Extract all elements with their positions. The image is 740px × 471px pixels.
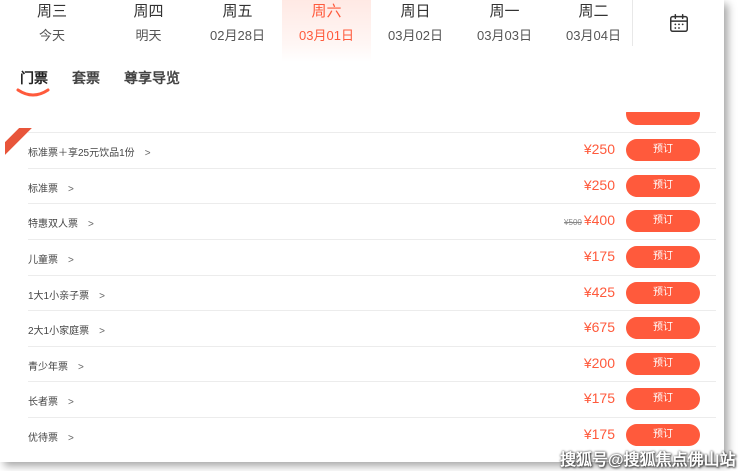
ticket-name: 标准票 (28, 184, 58, 195)
ticket-name-link[interactable]: 2大1小家庭票 > (28, 322, 105, 337)
ticket-name-link[interactable]: 标准票 > (28, 180, 74, 195)
date-sat-selected[interactable]: 周六 03月01日 (282, 0, 371, 62)
current-price: ¥675 (583, 319, 615, 335)
date-thu[interactable]: 周四 明天 (104, 0, 193, 62)
day-date: 03月02日 (388, 28, 443, 43)
ticket-price: ¥250 (582, 177, 615, 193)
book-button[interactable]: 预订 (626, 424, 700, 446)
ticket-row: 儿童票 > ¥175 预订 (28, 239, 716, 274)
promo-corner-ribbon (5, 128, 39, 162)
ticket-row: 长者票 > ¥175 预订 (28, 381, 716, 416)
date-wed[interactable]: 周三 今天 (0, 0, 104, 62)
date-sun[interactable]: 周日 03月02日 (371, 0, 460, 62)
calendar-button[interactable] (632, 0, 724, 46)
chevron-right-icon: > (144, 148, 151, 159)
date-tue[interactable]: 周二 03月04日 (549, 0, 638, 62)
chevron-right-icon: > (99, 291, 105, 302)
chevron-right-icon: > (88, 219, 94, 230)
date-mon[interactable]: 周一 03月03日 (460, 0, 549, 62)
date-fri[interactable]: 周五 02月28日 (193, 0, 282, 62)
book-button[interactable]: 预订 (626, 282, 700, 304)
ticket-name: 1大1小亲子票 (28, 291, 90, 302)
ticket-name: 优待票 (28, 433, 58, 444)
book-button[interactable]: 预订 (626, 210, 700, 232)
ticket-price: ¥250 (582, 141, 615, 157)
ticket-name-link[interactable]: 标准票＋享25元饮品1份 > (28, 144, 151, 159)
day-date: 明天 (135, 28, 162, 43)
ticket-price: ¥175 (582, 248, 615, 264)
book-button[interactable]: 预订 (626, 388, 700, 410)
partial-book-button[interactable] (626, 112, 700, 125)
day-of-week: 周六 (311, 3, 342, 20)
calendar-icon (669, 14, 688, 32)
day-date: 今天 (38, 28, 65, 43)
chevron-right-icon: > (68, 433, 74, 444)
day-of-week: 周一 (489, 3, 520, 20)
watermark: 搜狐号@搜狐焦点佛山站 (560, 452, 736, 469)
tab-tickets[interactable]: 门票 (16, 68, 50, 97)
current-price: ¥425 (583, 284, 615, 300)
ticket-row: 1大1小亲子票 > ¥425 预订 (28, 275, 716, 310)
day-date: 03月04日 (566, 28, 621, 43)
ticket-price: ¥200 (582, 355, 615, 371)
ticket-row: 标准票 > ¥250 预订 (28, 168, 716, 203)
ticket-name-link[interactable]: 青少年票 > (28, 358, 84, 373)
day-date: 03月03日 (477, 28, 532, 43)
day-of-week: 周五 (222, 3, 253, 20)
day-date: 02月28日 (210, 28, 265, 43)
ticket-price: ¥675 (582, 319, 615, 335)
chevron-right-icon: > (68, 397, 74, 408)
ticket-name-link[interactable]: 优待票 > (28, 429, 74, 444)
ticket-row: 特惠双人票 > ¥500 ¥400 预订 (28, 203, 716, 238)
day-of-week: 周二 (578, 3, 609, 20)
book-button[interactable]: 预订 (626, 246, 700, 268)
tab-active-indicator (16, 88, 50, 97)
book-button[interactable]: 预订 (626, 353, 700, 375)
date-selector: 周三 今天 周四 明天 周五 02月28日 周六 03月01日 周日 03月02… (0, 0, 724, 62)
ticket-name: 2大1小家庭票 (28, 326, 90, 337)
ticket-row: 2大1小家庭票 > ¥675 预订 (28, 310, 716, 345)
ticket-name: 青少年票 (28, 362, 68, 373)
ticket-price: ¥500 ¥400 (564, 212, 615, 228)
ticket-page: 周三 今天 周四 明天 周五 02月28日 周六 03月01日 周日 03月02… (0, 0, 724, 462)
day-of-week: 周四 (133, 3, 164, 20)
tab-packages[interactable]: 套票 (72, 68, 100, 88)
ticket-name-link[interactable]: 儿童票 > (28, 251, 74, 266)
ticket-name-link[interactable]: 长者票 > (28, 393, 74, 408)
current-price: ¥175 (583, 426, 615, 442)
ticket-row: 青少年票 > ¥200 预订 (28, 346, 716, 381)
day-of-week: 周三 (36, 3, 67, 20)
ticket-name: 标准票＋享25元饮品1份 (28, 148, 135, 159)
tab-label: 门票 (20, 70, 48, 86)
current-price: ¥250 (583, 141, 615, 157)
ticket-name-link[interactable]: 特惠双人票 > (28, 215, 94, 230)
current-price: ¥250 (583, 177, 615, 193)
current-price: ¥200 (583, 355, 615, 371)
day-date: 03月01日 (299, 28, 354, 43)
ticket-name: 长者票 (28, 397, 58, 408)
book-button[interactable]: 预订 (626, 317, 700, 339)
ticket-name-link[interactable]: 1大1小亲子票 > (28, 287, 105, 302)
ticket-name: 儿童票 (28, 255, 58, 266)
ticket-name: 特惠双人票 (28, 219, 78, 230)
ticket-row: 标准票＋享25元饮品1份 > ¥250 预订 (28, 132, 716, 167)
chevron-right-icon: > (78, 362, 84, 373)
current-price: ¥175 (583, 390, 615, 406)
ticket-price: ¥175 (582, 390, 615, 406)
chevron-right-icon: > (68, 255, 74, 266)
current-price: ¥175 (583, 248, 615, 264)
ticket-type-tabs: 门票 套票 尊享导览 (16, 68, 180, 97)
ticket-price: ¥425 (582, 284, 615, 300)
original-price: ¥500 (564, 218, 582, 227)
day-of-week: 周日 (400, 3, 431, 20)
tab-label: 套票 (72, 70, 100, 86)
tab-label: 尊享导览 (124, 70, 180, 86)
book-button[interactable]: 预订 (626, 175, 700, 197)
current-price: ¥400 (583, 212, 615, 228)
chevron-right-icon: > (68, 184, 74, 195)
ticket-price: ¥175 (582, 426, 615, 442)
book-button[interactable]: 预订 (626, 139, 700, 161)
chevron-right-icon: > (99, 326, 105, 337)
tab-premium-tour[interactable]: 尊享导览 (124, 68, 180, 88)
